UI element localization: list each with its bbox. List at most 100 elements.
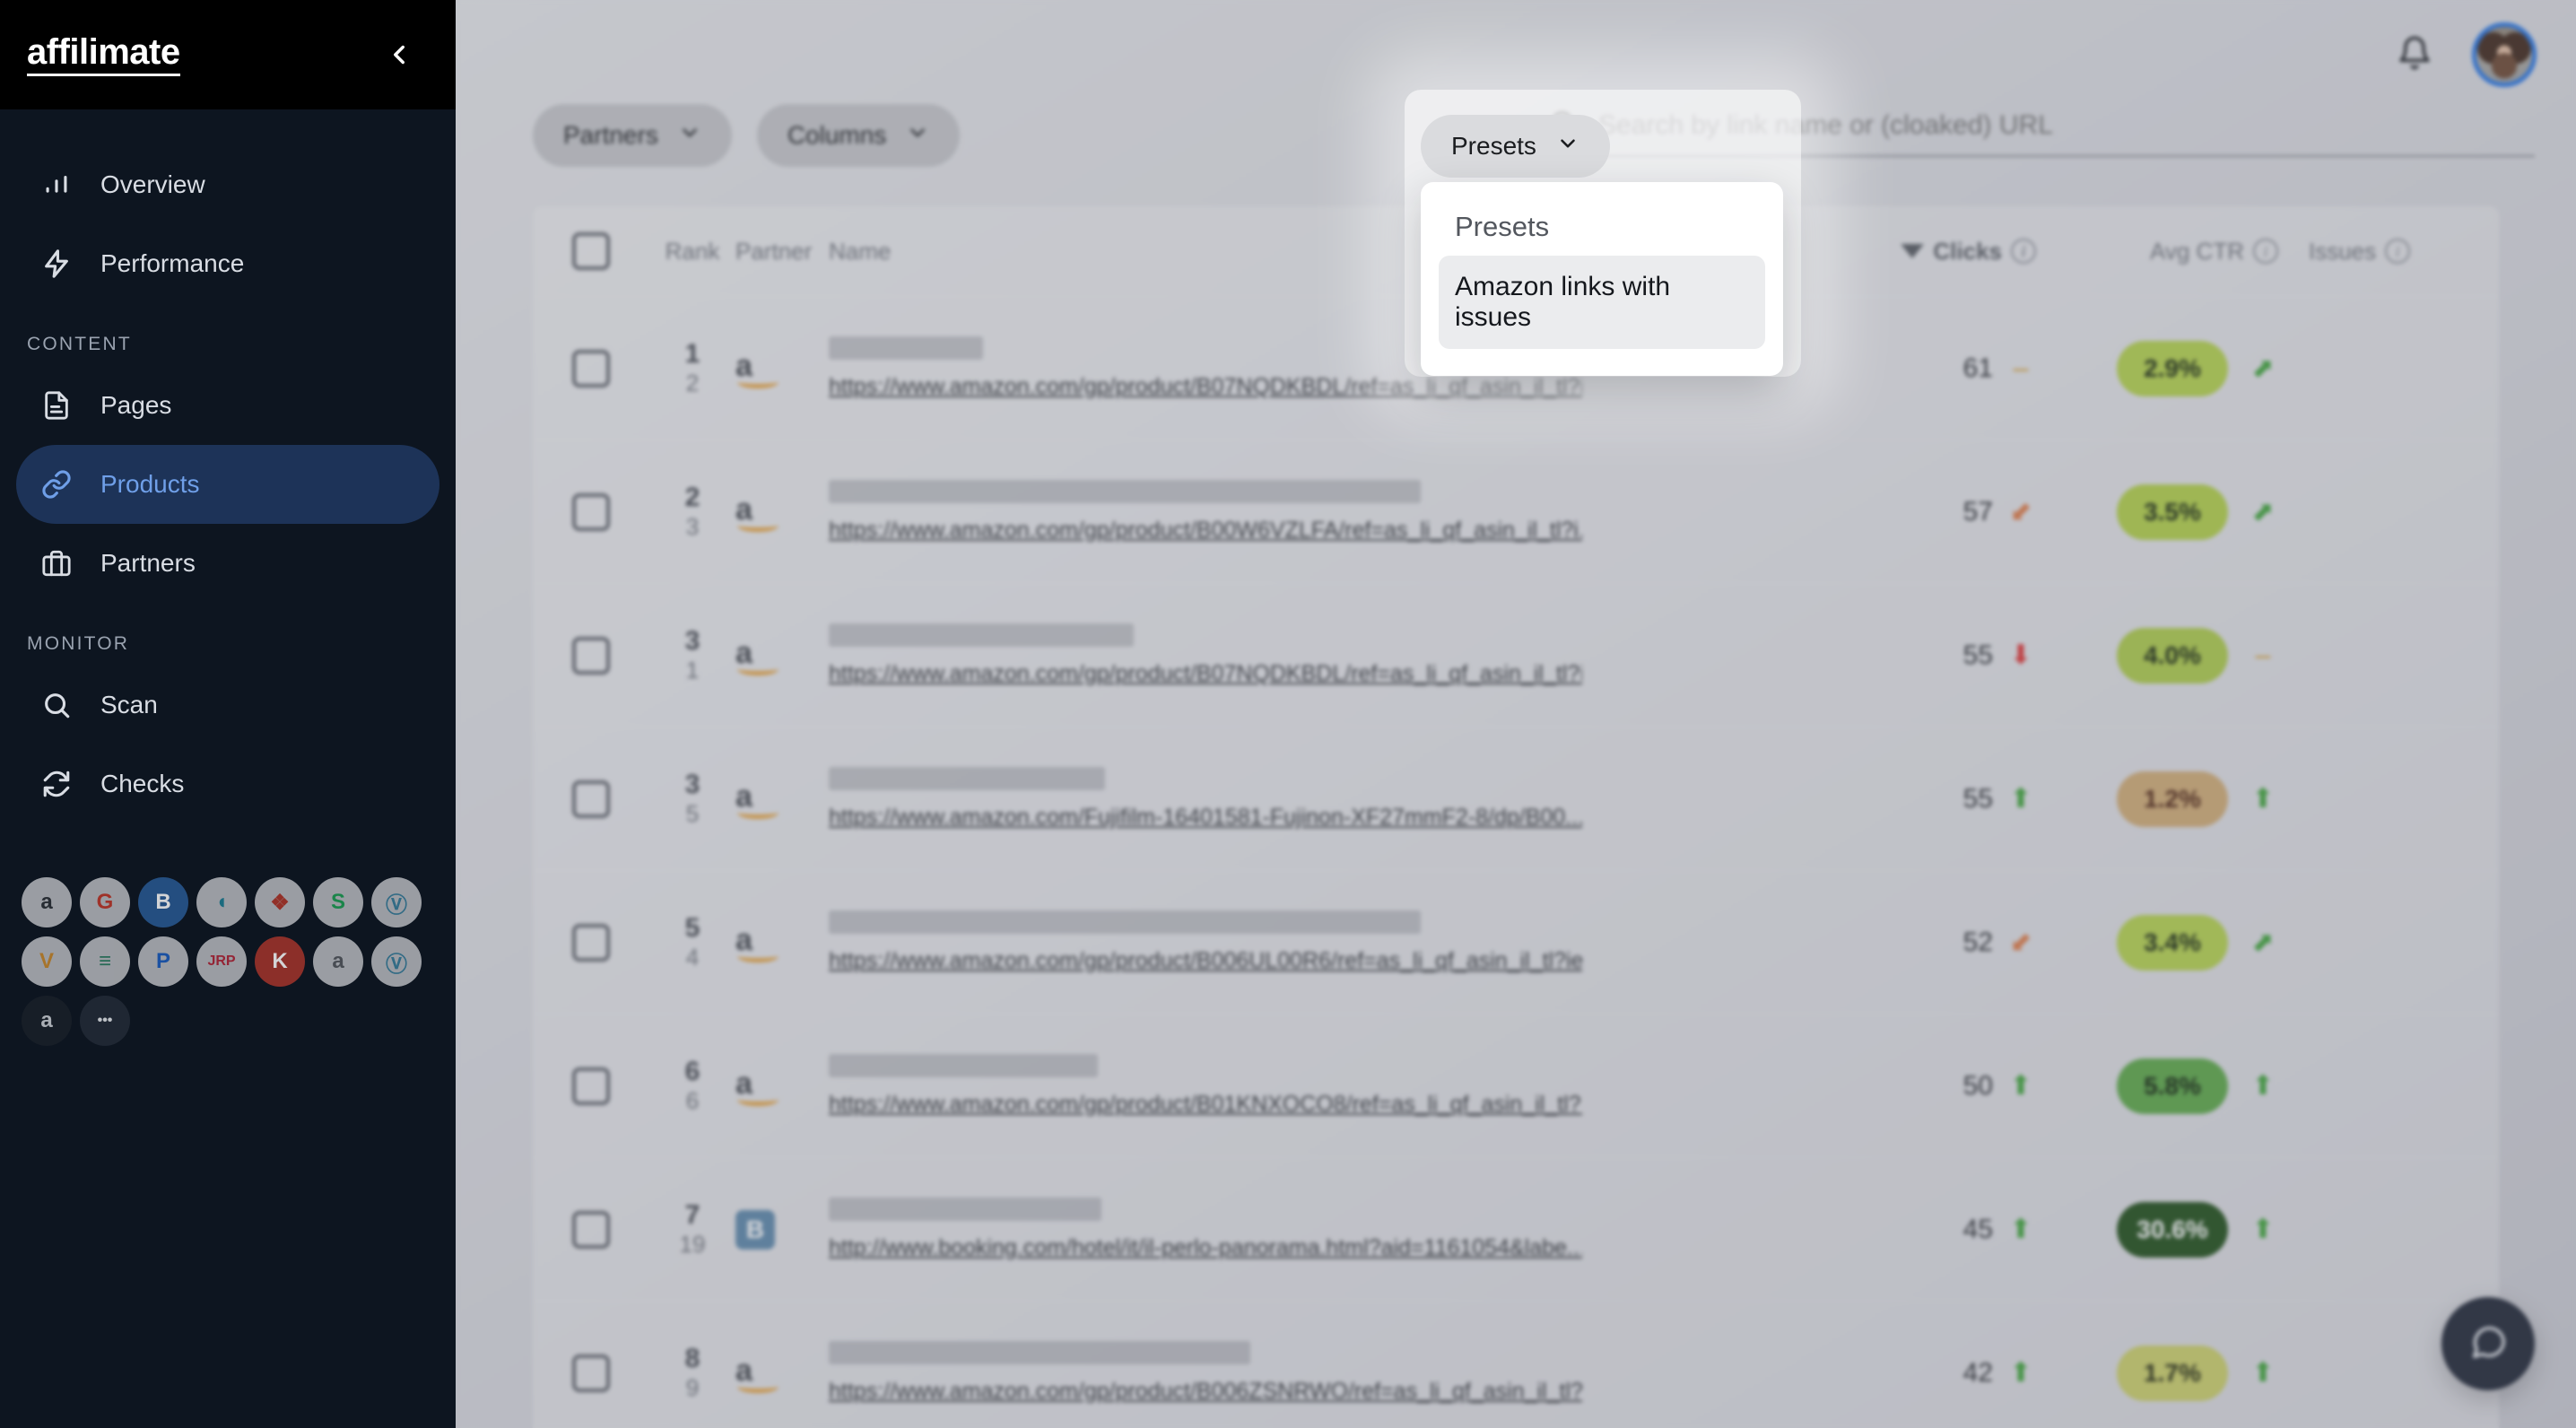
partner-avatar-shareasale[interactable]: S [313,877,363,927]
name-cell: https://www.amazon.com/gp/product/B07NQD… [829,623,1812,687]
table-row[interactable]: 8 9 a https://www.amazon.com/gp/product/B00… [533,1301,2499,1428]
partner-avatar-partnerize[interactable]: P [138,936,188,987]
partner-avatar-firebolt[interactable]: ❖ [255,877,305,927]
app-logo[interactable]: affilimate [27,34,180,76]
table-row[interactable]: 3 5 a https://www.amazon.com/Fujifilm-16401… [533,727,2499,870]
clicks-value: 55 [1962,640,1993,670]
partner-avatar-vrbo[interactable]: V [22,936,72,987]
ctr-badge: 5.8% [2117,1058,2228,1114]
table-row[interactable]: 3 1 a https://www.amazon.com/gp/product/B07… [533,583,2499,727]
clicks-cell: 55 ⬇ [1812,640,2036,671]
column-header-partner[interactable]: Partner [735,238,829,266]
sidebar-item-partners[interactable]: Partners [16,524,439,603]
row-checkbox[interactable] [572,492,610,531]
link-url[interactable]: https://www.amazon.com/gp/product/B00W6V… [829,518,1582,544]
sidebar-item-overview[interactable]: Overview [16,145,439,224]
table-row[interactable]: 2 3 a https://www.amazon.com/gp/product/B00… [533,440,2499,583]
table-row[interactable]: 7 19 Bhttp://www.booking.com/hotel/it/il-p… [533,1157,2499,1301]
select-all-checkbox[interactable] [572,232,610,270]
info-icon[interactable]: i [2253,239,2278,264]
link-name-redacted [829,1341,1250,1364]
rank-previous: 2 [685,369,700,396]
row-checkbox[interactable] [572,636,610,675]
clicks-value: 55 [1962,783,1993,814]
sidebar-section-monitor: MONITOR [27,633,130,654]
link-url[interactable]: https://www.amazon.com/gp/product/B07NQD… [829,661,1582,687]
connected-partners-grid: a G B ◖ ❖ S Ⓥ V ≡ P JRP Ka Ⓥa ••• [0,877,456,1046]
search-icon [41,690,88,720]
partner-cell: a [735,1068,829,1106]
partner-avatar-klook[interactable]: K [255,936,305,987]
partner-avatar-booking[interactable]: B [138,877,188,927]
row-checkbox[interactable] [572,923,610,962]
column-header-issues[interactable]: Issues i [2278,238,2458,266]
link-name-redacted [829,336,983,360]
trend-up-icon: ⬆ [2251,783,2275,814]
column-header-rank[interactable]: Rank [649,238,735,266]
column-header-avg-ctr[interactable]: Avg CTR i [2036,238,2278,266]
rank-cell: 31 [649,626,735,684]
partner-cell: a [735,494,829,532]
sidebar-item-pages[interactable]: Pages [16,366,439,445]
rank-cell: 7 19 [649,1200,735,1258]
partner-cell: a [735,351,829,388]
partner-avatar-g2[interactable]: G [80,877,130,927]
info-icon[interactable]: i [2385,239,2411,264]
partner-avatar-more[interactable]: ••• [80,996,130,1046]
partner-avatar-viator-alt[interactable]: Ⓥ [371,936,422,987]
link-url[interactable]: https://www.amazon.com/gp/product/B07NQD… [829,374,1582,400]
notifications-button[interactable] [2389,30,2440,80]
trend-up-right-icon: ⬈ [2251,927,2275,957]
name-cell: http://www.booking.com/hotel/it/il-perlo… [829,1197,1812,1261]
sidebar-item-label: Products [100,470,200,498]
chat-support-button[interactable] [2441,1297,2535,1390]
column-header-clicks[interactable]: Clicks i [1812,238,2036,266]
link-name-redacted [829,910,1421,934]
sidebar-item-products[interactable]: Products [16,445,439,524]
avg-ctr-cell: 30.6% ⬆ [2036,1201,2278,1258]
row-checkbox[interactable] [572,1067,610,1105]
row-checkbox[interactable] [572,779,610,818]
clicks-cell: 57 ⬋ [1812,497,2036,527]
sidebar-item-label: Scan [100,691,158,718]
link-url[interactable]: https://www.amazon.com/gp/product/B006ZS… [829,1379,1582,1405]
sidebar-item-performance[interactable]: Performance [16,224,439,303]
info-icon[interactable]: i [2011,239,2036,264]
rank-current: 3 [684,626,701,657]
link-url[interactable]: http://www.booking.com/hotel/it/il-perlo… [829,1235,1582,1261]
sidebar-item-label: Checks [100,770,185,797]
name-cell: https://www.amazon.com/Fujifilm-16401581… [829,767,1812,831]
sidebar-item-scan[interactable]: Scan [16,666,439,744]
row-checkbox[interactable] [572,349,610,387]
columns-filter-button[interactable]: Columns [756,104,961,167]
column-header-avg-ctr-label: Avg CTR [2150,237,2244,265]
partner-avatar-amazon-dark[interactable]: a [22,996,72,1046]
table-row[interactable]: 6 6 a https://www.amazon.com/gp/product/B01… [533,1014,2499,1157]
partners-filter-button[interactable]: Partners [533,104,732,167]
avatar[interactable] [2472,22,2537,87]
link-name-redacted [829,1054,1098,1077]
sidebar: affilimate Overview Performance CONTENT [0,0,456,1428]
link-url[interactable]: https://www.amazon.com/gp/product/B01KNX… [829,1092,1582,1118]
row-checkbox[interactable] [572,1210,610,1249]
lightning-bolt-icon [41,248,88,279]
chevron-down-icon [1556,132,1580,161]
partner-avatar-amazon[interactable]: a [22,877,72,927]
ctr-badge: 4.0% [2117,627,2228,684]
briefcase-icon [41,548,88,579]
partner-avatar-amazon-ads[interactable]: a [313,936,363,987]
rank-cell: 35 [649,770,735,827]
partner-avatar-flexoffers[interactable]: ≡ [80,936,130,987]
row-checkbox[interactable] [572,1354,610,1392]
link-url[interactable]: https://www.amazon.com/gp/product/B006UL… [829,948,1582,974]
sidebar-item-checks[interactable]: Checks [16,744,439,823]
presets-filter-button[interactable]: Presets [1421,115,1610,178]
partner-avatar-skimlinks[interactable]: ◖ [196,877,247,927]
preset-item-amazon-links-with-issues[interactable]: Amazon links with issues [1439,256,1765,349]
partner-avatar-viator[interactable]: Ⓥ [371,877,422,927]
partner-avatar-jrpass[interactable]: JRP [196,936,247,987]
collapse-sidebar-button[interactable] [375,30,423,79]
trend-up-icon: ⬆ [2251,1070,2275,1101]
link-url[interactable]: https://www.amazon.com/Fujifilm-16401581… [829,805,1582,831]
table-row[interactable]: 5 4 a https://www.amazon.com/gp/product/B00… [533,870,2499,1014]
